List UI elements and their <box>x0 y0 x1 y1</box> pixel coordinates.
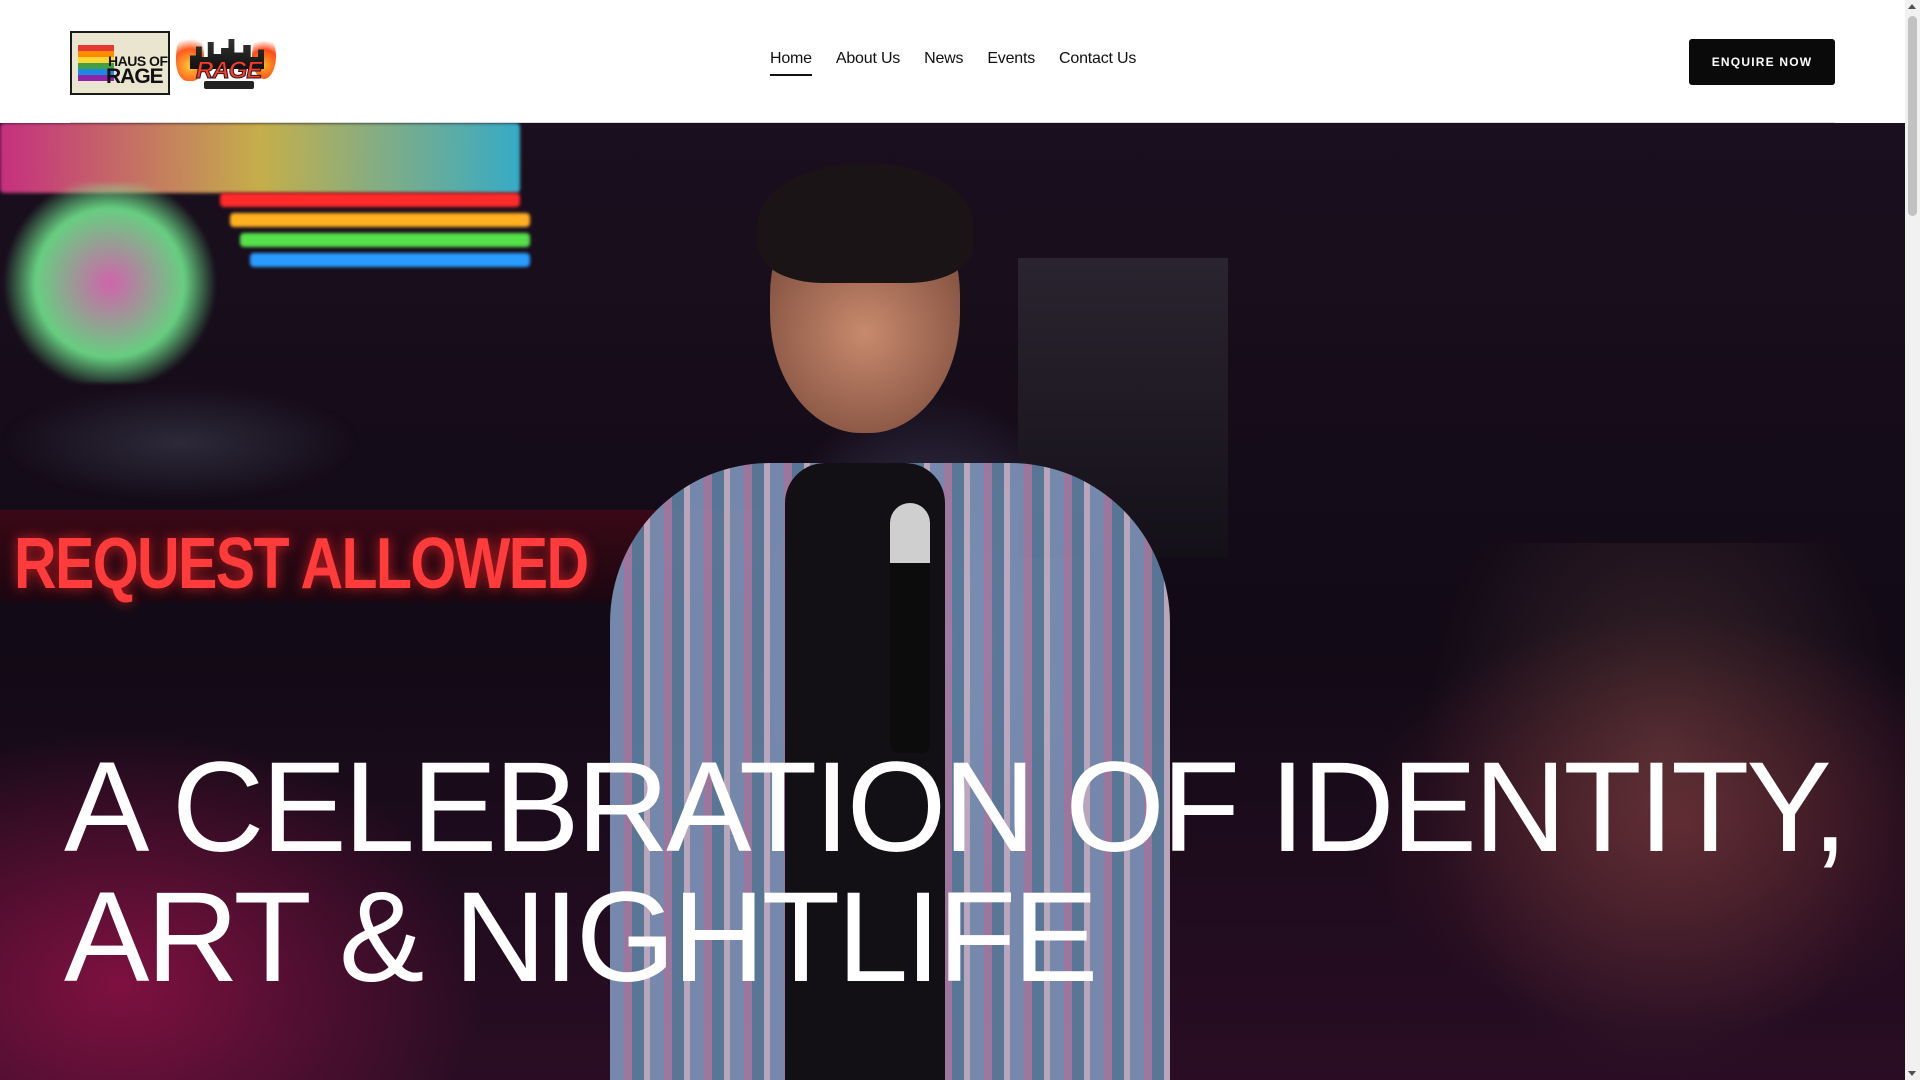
logo-text-rage: RAGE <box>106 65 164 88</box>
logo-banner <box>204 81 254 89</box>
nav-home[interactable]: Home <box>770 50 812 76</box>
main-navigation: Home About Us News Events Contact Us <box>770 50 1136 76</box>
nav-events[interactable]: Events <box>987 50 1035 76</box>
neon-sign-text: REQUEST ALLOWED <box>14 524 589 604</box>
nav-news[interactable]: News <box>924 50 963 76</box>
scroll-down-arrow-icon[interactable] <box>1908 1071 1916 1076</box>
rage-chiklogy-logo[interactable]: RAGE <box>176 31 276 91</box>
scroll-up-arrow-icon[interactable] <box>1908 4 1916 9</box>
enquire-now-button[interactable]: ENQUIRE NOW <box>1689 39 1835 85</box>
scrollbar-thumb[interactable] <box>1908 16 1917 216</box>
hero-headline-line-2: ART & NIGHTLIFE <box>64 866 1098 1009</box>
brand-logos[interactable]: HAUS OF RAGE RAGE <box>70 31 276 95</box>
hero-headline: A CELEBRATION OF IDENTITY, ART & NIGHTLI… <box>64 736 1848 1009</box>
hero-headline-line-1: A CELEBRATION OF IDENTITY, <box>64 736 1848 879</box>
nav-contact-us[interactable]: Contact Us <box>1059 50 1136 76</box>
microphone-icon <box>890 503 930 753</box>
haus-of-rage-logo[interactable]: HAUS OF RAGE <box>70 31 170 95</box>
page-scrollbar[interactable] <box>1905 0 1920 1080</box>
nav-about-us[interactable]: About Us <box>836 50 900 76</box>
hero-section: REQUEST ALLOWED A CELEBRATION OF IDENTIT… <box>0 123 1905 1080</box>
site-header: HAUS OF RAGE RAGE Home About Us News Eve… <box>0 0 1905 123</box>
